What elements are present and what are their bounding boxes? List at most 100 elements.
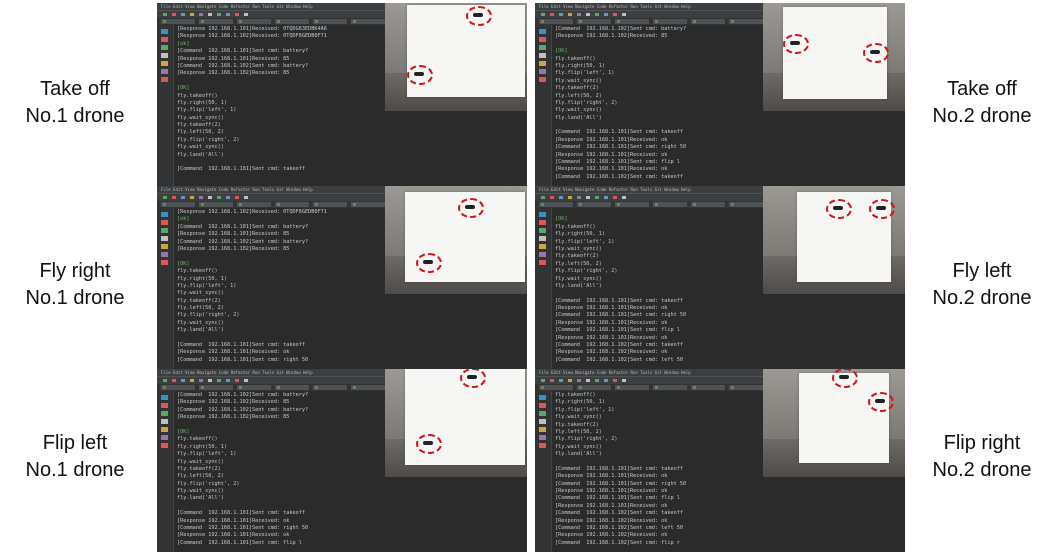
gutter-tool-icon[interactable] [161, 29, 168, 34]
gutter-tool-icon[interactable] [539, 236, 546, 241]
editor-tab[interactable] [161, 385, 195, 390]
toolbar-icon[interactable] [235, 196, 239, 199]
toolbar-icon[interactable] [217, 379, 221, 382]
gutter-tool-icon[interactable] [539, 228, 546, 233]
toolbar-icon[interactable] [577, 379, 581, 382]
toolbar-icon[interactable] [586, 13, 590, 16]
gutter-tool-icon[interactable] [161, 443, 168, 448]
gutter-tool-icon[interactable] [539, 212, 546, 217]
editor-tab[interactable] [729, 385, 763, 390]
gutter-tool-icon[interactable] [161, 403, 168, 408]
editor-tab[interactable] [729, 202, 763, 207]
toolbar-icon[interactable] [577, 196, 581, 199]
editor-tab[interactable] [313, 202, 347, 207]
gutter-tool-icon[interactable] [539, 427, 546, 432]
toolbar-icon[interactable] [559, 196, 563, 199]
gutter-tool-icon[interactable] [539, 419, 546, 424]
gutter-tool-icon[interactable] [539, 69, 546, 74]
editor-tab[interactable] [653, 385, 687, 390]
toolbar-icon[interactable] [541, 13, 545, 16]
gutter-tool-icon[interactable] [539, 252, 546, 257]
editor-tab[interactable] [351, 19, 385, 24]
gutter-tool-icon[interactable] [161, 419, 168, 424]
gutter-tool-icon[interactable] [539, 435, 546, 440]
toolbar-icon[interactable] [595, 196, 599, 199]
gutter-tool-icon[interactable] [539, 403, 546, 408]
toolbar-icon[interactable] [604, 13, 608, 16]
toolbar-icon[interactable] [622, 13, 626, 16]
toolbar-icon[interactable] [577, 13, 581, 16]
toolbar-icon[interactable] [172, 13, 176, 16]
gutter-tool-icon[interactable] [539, 443, 546, 448]
gutter-tool-icon[interactable] [539, 37, 546, 42]
gutter-tool-icon[interactable] [539, 260, 546, 265]
toolbar-icon[interactable] [613, 196, 617, 199]
toolbar-icon[interactable] [586, 379, 590, 382]
toolbar-icon[interactable] [622, 196, 626, 199]
gutter-tool-icon[interactable] [161, 252, 168, 257]
editor-tab[interactable] [313, 19, 347, 24]
toolbar-icon[interactable] [199, 379, 203, 382]
toolbar-icon[interactable] [244, 196, 248, 199]
toolbar-icon[interactable] [613, 379, 617, 382]
editor-tab[interactable] [615, 202, 649, 207]
toolbar-icon[interactable] [190, 196, 194, 199]
gutter-tool-icon[interactable] [161, 435, 168, 440]
toolbar-icon[interactable] [244, 379, 248, 382]
gutter-tool-icon[interactable] [161, 212, 168, 217]
editor-tab[interactable] [539, 19, 573, 24]
toolbar-icon[interactable] [550, 13, 554, 16]
editor-tab[interactable] [199, 202, 233, 207]
toolbar-icon[interactable] [586, 196, 590, 199]
toolbar-icon[interactable] [559, 13, 563, 16]
toolbar-icon[interactable] [181, 196, 185, 199]
toolbar-icon[interactable] [217, 13, 221, 16]
gutter-tool-icon[interactable] [539, 395, 546, 400]
editor-tab[interactable] [615, 19, 649, 24]
toolbar-icon[interactable] [244, 13, 248, 16]
editor-tab[interactable] [577, 202, 611, 207]
toolbar-icon[interactable] [217, 196, 221, 199]
editor-tab[interactable] [275, 385, 309, 390]
toolbar-icon[interactable] [199, 13, 203, 16]
toolbar-icon[interactable] [226, 196, 230, 199]
gutter-tool-icon[interactable] [161, 220, 168, 225]
toolbar-icon[interactable] [550, 379, 554, 382]
gutter-tool-icon[interactable] [161, 411, 168, 416]
gutter-tool-icon[interactable] [539, 220, 546, 225]
editor-tab[interactable] [161, 202, 195, 207]
toolbar-icon[interactable] [613, 13, 617, 16]
gutter-tool-icon[interactable] [161, 77, 168, 82]
toolbar-icon[interactable] [190, 13, 194, 16]
toolbar-icon[interactable] [181, 13, 185, 16]
editor-tab[interactable] [691, 202, 725, 207]
toolbar-icon[interactable] [559, 379, 563, 382]
toolbar-icon[interactable] [604, 196, 608, 199]
toolbar-icon[interactable] [172, 196, 176, 199]
gutter-tool-icon[interactable] [161, 236, 168, 241]
toolbar-icon[interactable] [568, 379, 572, 382]
toolbar-icon[interactable] [163, 13, 167, 16]
toolbar-icon[interactable] [235, 13, 239, 16]
editor-tab[interactable] [161, 19, 195, 24]
gutter-tool-icon[interactable] [161, 37, 168, 42]
gutter-tool-icon[interactable] [161, 260, 168, 265]
editor-tab[interactable] [275, 202, 309, 207]
gutter-tool-icon[interactable] [161, 45, 168, 50]
gutter-tool-icon[interactable] [539, 53, 546, 58]
toolbar-icon[interactable] [181, 379, 185, 382]
toolbar-icon[interactable] [568, 13, 572, 16]
gutter-tool-icon[interactable] [539, 61, 546, 66]
editor-tab[interactable] [577, 19, 611, 24]
toolbar-icon[interactable] [199, 196, 203, 199]
editor-tab[interactable] [691, 385, 725, 390]
toolbar-icon[interactable] [208, 196, 212, 199]
editor-tab[interactable] [199, 385, 233, 390]
toolbar-icon[interactable] [541, 379, 545, 382]
gutter-tool-icon[interactable] [539, 77, 546, 82]
toolbar-icon[interactable] [163, 196, 167, 199]
gutter-tool-icon[interactable] [161, 69, 168, 74]
editor-tab[interactable] [615, 385, 649, 390]
editor-tab[interactable] [313, 385, 347, 390]
editor-tab[interactable] [237, 19, 271, 24]
